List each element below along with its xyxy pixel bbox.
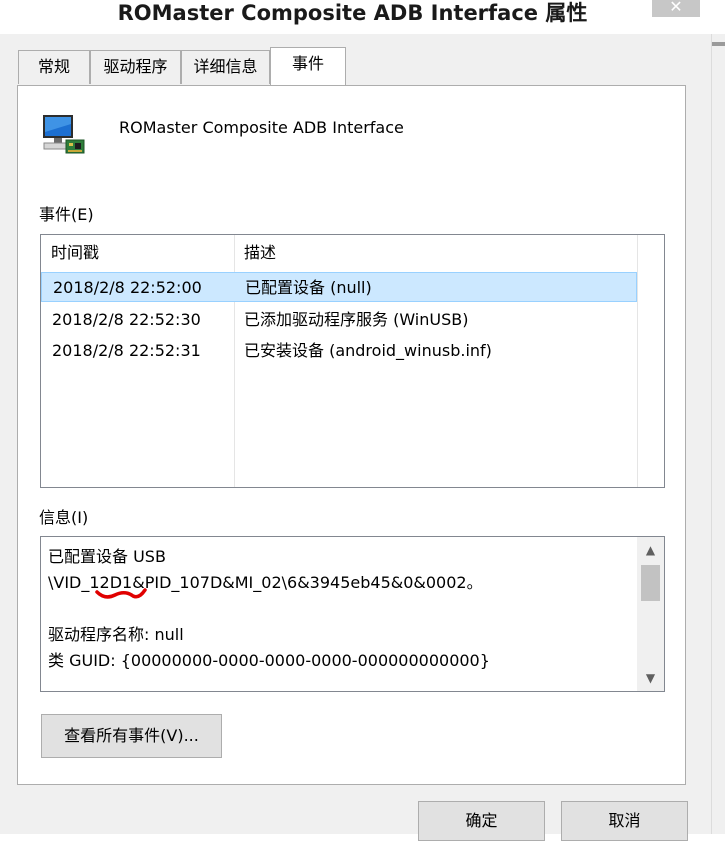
event-row[interactable]: 2018/2/8 22:52:00 已配置设备 (null) <box>41 272 637 302</box>
background-window-edge <box>711 0 725 834</box>
close-icon: ✕ <box>669 0 683 16</box>
scroll-down-icon[interactable]: ▼ <box>637 667 664 689</box>
event-time: 2018/2/8 22:52:30 <box>52 310 201 329</box>
title-bar[interactable]: ROMaster Composite ADB Interface 属性 ✕ <box>0 0 725 34</box>
info-label: 信息(I) <box>39 508 89 527</box>
view-all-events-button[interactable]: 查看所有事件(V)... <box>41 714 222 758</box>
event-time: 2018/2/8 22:52:31 <box>52 341 201 360</box>
red-underline-annotation <box>95 588 147 599</box>
scroll-thumb[interactable] <box>641 565 660 601</box>
device-name: ROMaster Composite ADB Interface <box>119 118 404 137</box>
event-row[interactable]: 2018/2/8 22:52:30 已添加驱动程序服务 (WinUSB) <box>41 305 637 335</box>
event-time: 2018/2/8 22:52:00 <box>53 278 202 297</box>
info-line: 驱动程序名称: null <box>48 625 184 644</box>
tab-events[interactable]: 事件 <box>270 47 346 85</box>
cancel-button[interactable]: 取消 <box>561 801 688 841</box>
column-header-timestamp[interactable]: 时间戳 <box>51 235 100 271</box>
info-line: 类 GUID: {00000000-0000-0000-0000-0000000… <box>48 651 490 670</box>
column-divider[interactable] <box>637 235 638 487</box>
ok-button[interactable]: 确定 <box>418 801 545 841</box>
column-header-description[interactable]: 描述 <box>244 235 277 271</box>
tab-details[interactable]: 详细信息 <box>181 50 270 84</box>
events-list[interactable]: 时间戳 描述 2018/2/8 22:52:00 已配置设备 (null) 20… <box>40 234 665 488</box>
info-line: 已配置设备 USB <box>48 547 166 566</box>
event-row[interactable]: 2018/2/8 22:52:31 已安装设备 (android_winusb.… <box>41 336 637 366</box>
window-title: ROMaster Composite ADB Interface 属性 <box>117 1 588 25</box>
events-label: 事件(E) <box>39 205 94 224</box>
tab-driver[interactable]: 驱动程序 <box>90 50 181 84</box>
usb-device-icon <box>40 110 86 156</box>
info-text: 已配置设备 USB \VID_12D1&PID_107D&MI_02\6&394… <box>48 544 633 674</box>
info-scrollbar[interactable]: ▲ ▼ <box>637 537 664 691</box>
event-desc: 已添加驱动程序服务 (WinUSB) <box>244 310 469 329</box>
tab-general[interactable]: 常规 <box>18 50 90 84</box>
scroll-up-icon[interactable]: ▲ <box>637 539 664 561</box>
event-desc: 已配置设备 (null) <box>245 278 372 297</box>
event-desc: 已安装设备 (android_winusb.inf) <box>244 341 492 360</box>
background-scroll-nub <box>712 42 725 46</box>
info-textbox[interactable]: 已配置设备 USB \VID_12D1&PID_107D&MI_02\6&394… <box>40 536 665 692</box>
close-button[interactable]: ✕ <box>652 0 700 17</box>
